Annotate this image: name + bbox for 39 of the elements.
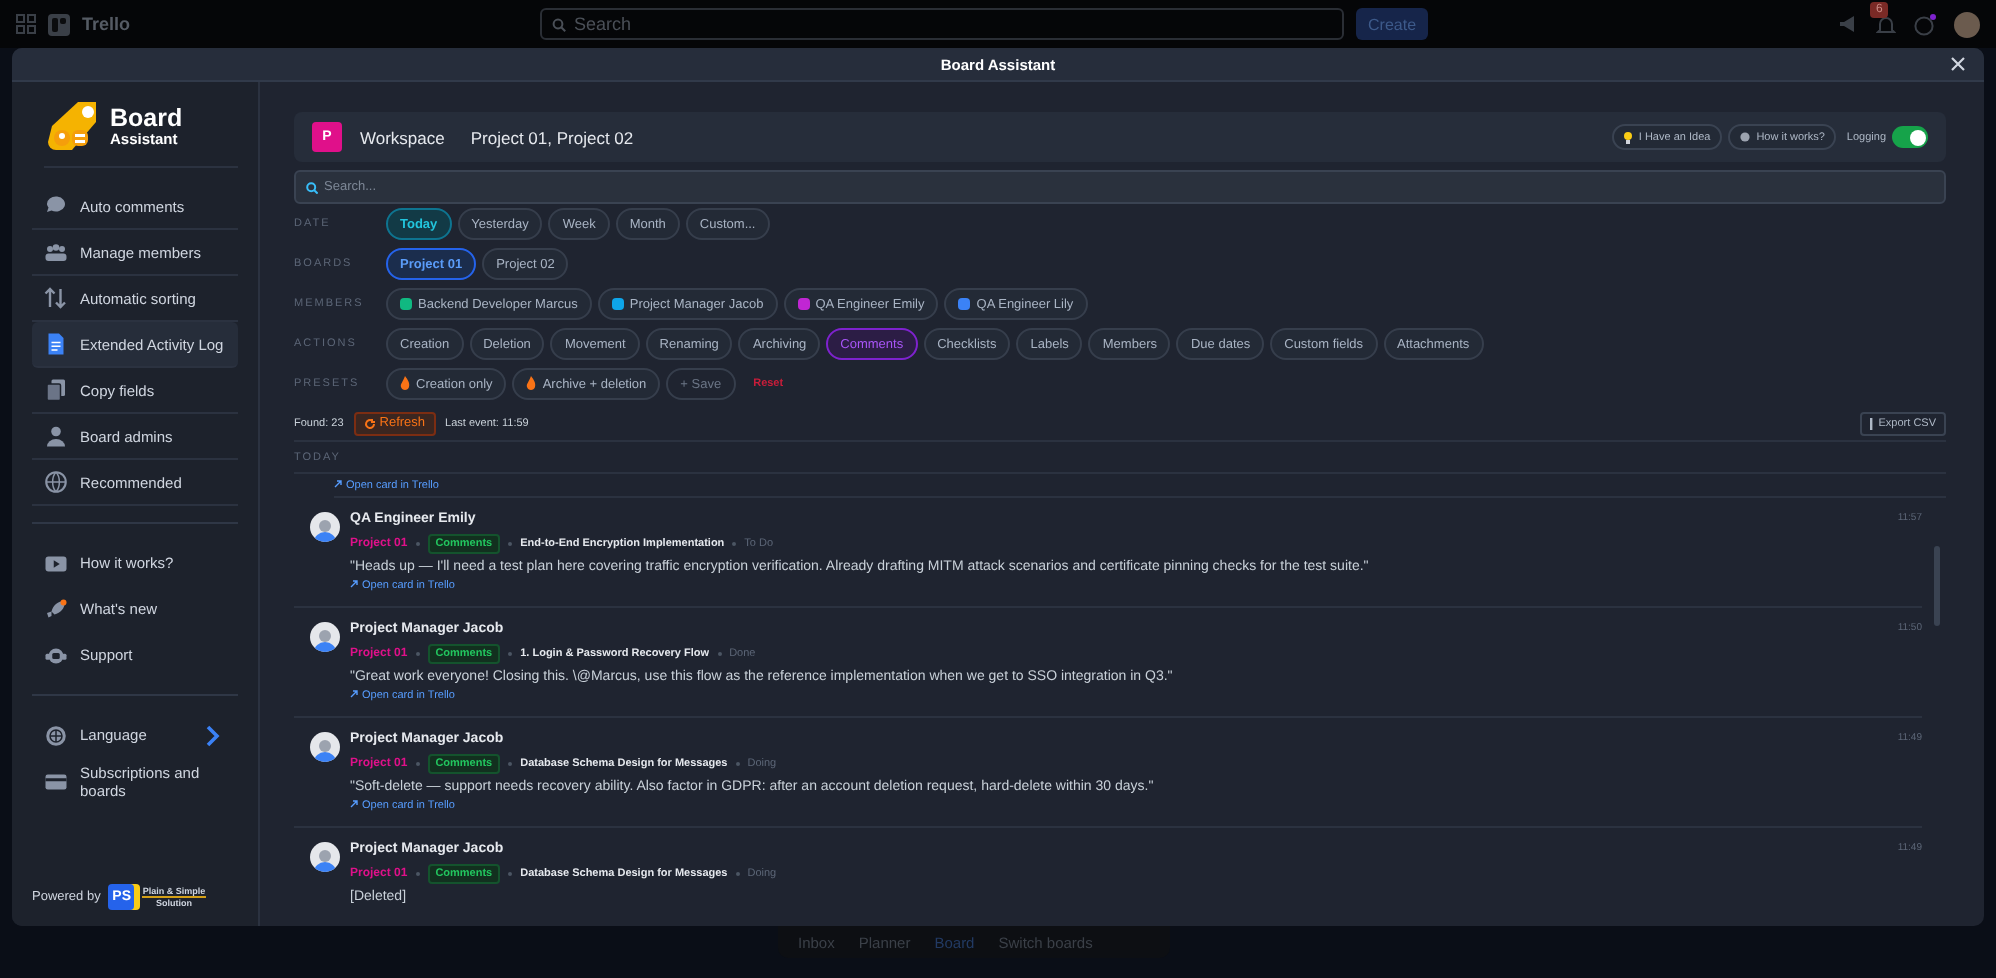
avatar	[310, 732, 340, 762]
external-link-icon	[334, 480, 342, 488]
external-link-icon	[350, 800, 358, 808]
lightbulb-icon	[1624, 131, 1633, 143]
close-icon	[1950, 56, 1966, 72]
document-icon	[44, 332, 68, 356]
video-icon	[44, 551, 68, 575]
close-button[interactable]	[1948, 54, 1968, 74]
rocket-icon	[44, 597, 68, 621]
search-icon	[552, 17, 566, 31]
megaphone-icon[interactable]	[1838, 14, 1858, 34]
avatar[interactable]	[1954, 11, 1980, 37]
avatar	[310, 512, 340, 542]
speech-bubble-icon	[44, 194, 68, 218]
flame-icon	[526, 376, 537, 392]
apps-grid-icon[interactable]	[16, 14, 36, 34]
flame-icon	[400, 376, 410, 392]
copy-icon	[44, 378, 68, 402]
download-icon	[1870, 417, 1875, 429]
bell-icon[interactable]	[1876, 14, 1896, 34]
refresh-icon	[363, 417, 376, 429]
logging-toggle[interactable]	[1892, 126, 1928, 148]
logo-title: Board	[110, 106, 183, 131]
person-icon	[44, 424, 68, 448]
boards-label: Project 01, Project 02	[470, 127, 634, 147]
external-link-icon	[350, 690, 358, 698]
globe-icon	[44, 470, 68, 494]
sort-arrows-icon	[44, 286, 68, 310]
app-name: Trello	[82, 14, 131, 34]
board-logo-icon[interactable]	[48, 13, 70, 35]
globe-icon	[44, 723, 68, 747]
search-icon	[306, 181, 318, 193]
workspace-label: Workspace	[360, 127, 445, 147]
scrollbar[interactable]	[1934, 546, 1940, 626]
people-icon	[44, 240, 68, 264]
avatar	[310, 842, 340, 872]
card-icon	[44, 769, 68, 793]
avatar	[310, 622, 340, 652]
external-link-icon	[350, 580, 358, 588]
